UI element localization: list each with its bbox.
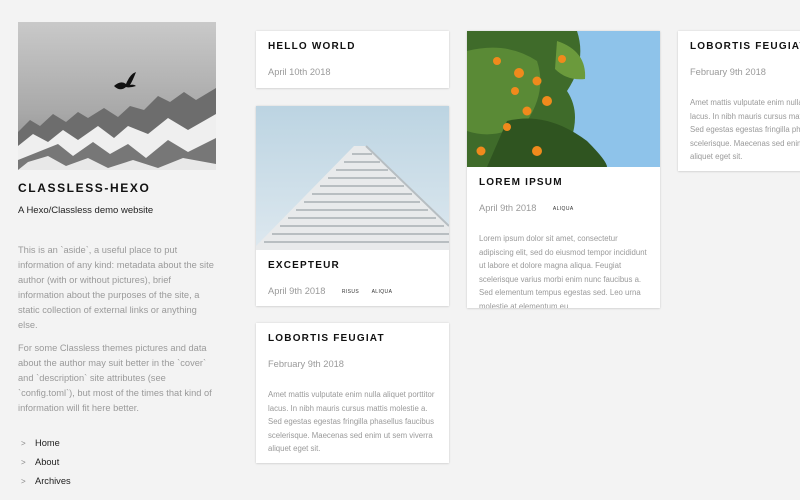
post-card-hello-world[interactable]: HELLO WORLD April 10th 2018 [256, 31, 449, 88]
post-image[interactable] [256, 106, 449, 250]
post-title[interactable]: LOREM IPSUM [479, 177, 648, 189]
sidebar: CLASSLESS-HEXO A Hexo/Classless demo web… [18, 22, 218, 491]
chevron-right-icon: > [21, 477, 26, 486]
post-title[interactable]: HELLO WORLD [268, 41, 437, 53]
nav-link-label[interactable]: Archives [35, 476, 71, 486]
site-nav: > Home > About > Archives [18, 434, 218, 491]
post-card-lobortis-feugiat[interactable]: LOBORTIS FEUGIAT February 9th 2018 Amet … [678, 31, 800, 171]
aside-paragraph: This is an `aside`, a useful place to pu… [18, 245, 214, 330]
post-date: April 9th 2018 [268, 286, 326, 296]
cover-image [18, 22, 216, 170]
post-tags: RISUS ALIQUA [342, 280, 400, 298]
nav-link-label[interactable]: About [35, 457, 59, 467]
tag-link[interactable]: ALIQUA [553, 206, 574, 212]
post-card-lorem-ipsum[interactable]: LOREM IPSUM April 9th 2018 ALIQUA Lorem … [467, 31, 660, 308]
post-title[interactable]: EXCEPTEUR [268, 260, 437, 272]
post-date: April 9th 2018 [479, 203, 537, 213]
post-title[interactable]: LOBORTIS FEUGIAT [690, 41, 800, 53]
site-description: A Hexo/Classless demo website [18, 205, 154, 216]
site-title[interactable]: CLASSLESS-HEXO [18, 180, 218, 196]
post-excerpt: Lorem ipsum dolor sit amet, consectetur … [479, 234, 647, 308]
nav-item-home[interactable]: > Home [18, 434, 218, 453]
post-card-excepteur[interactable]: EXCEPTEUR April 9th 2018 RISUS ALIQUA [256, 106, 449, 306]
nav-link-label[interactable]: Home [35, 438, 60, 448]
tag-link[interactable]: RISUS [342, 289, 359, 295]
chevron-right-icon: > [21, 439, 26, 448]
post-date: February 9th 2018 [690, 67, 766, 77]
nav-item-archives[interactable]: > Archives [18, 472, 218, 491]
aside-paragraph: For some Classless themes pictures and d… [18, 343, 212, 413]
post-image[interactable] [467, 31, 660, 167]
post-title[interactable]: LOBORTIS FEUGIAT [268, 333, 437, 345]
nav-item-about[interactable]: > About [18, 453, 218, 472]
post-excerpt: Amet mattis vulputate enim nulla aliquet… [690, 98, 800, 161]
post-card-lobortis-feugiat[interactable]: LOBORTIS FEUGIAT February 9th 2018 Amet … [256, 323, 449, 463]
post-date: April 10th 2018 [268, 67, 331, 77]
post-excerpt: Amet mattis vulputate enim nulla aliquet… [268, 390, 435, 453]
post-date: February 9th 2018 [268, 359, 344, 369]
post-tags: ALIQUA [553, 197, 582, 215]
chevron-right-icon: > [21, 458, 26, 467]
tag-link[interactable]: ALIQUA [372, 289, 393, 295]
